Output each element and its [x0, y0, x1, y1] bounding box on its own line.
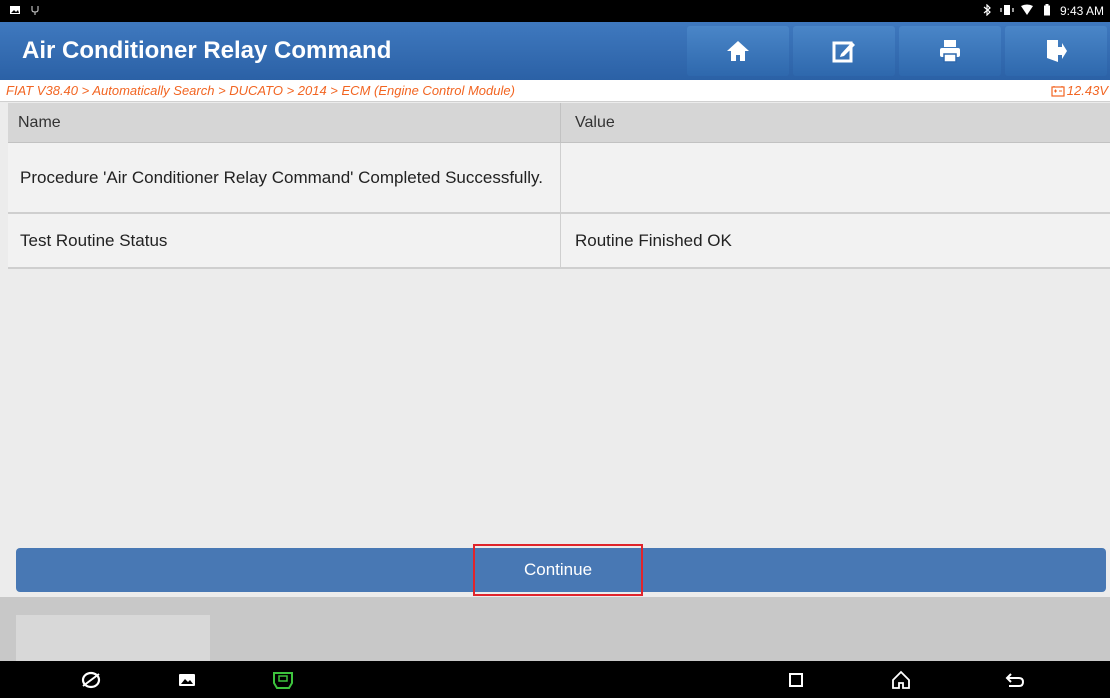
- usb-icon: [28, 4, 42, 18]
- bluetooth-icon: [980, 3, 994, 18]
- vci-icon[interactable]: [270, 667, 296, 693]
- back-icon[interactable]: [1002, 667, 1028, 693]
- row-value: Routine Finished OK: [575, 230, 732, 250]
- bottom-panel-box: [16, 615, 210, 661]
- page-title: Air Conditioner Relay Command: [22, 37, 392, 64]
- edit-report-button[interactable]: [793, 26, 895, 76]
- recents-icon[interactable]: [783, 667, 809, 693]
- home-nav-icon[interactable]: [888, 667, 914, 693]
- row-name: Procedure 'Air Conditioner Relay Command…: [8, 143, 561, 212]
- car-battery-icon: [1051, 85, 1065, 97]
- edit-report-icon: [832, 41, 855, 63]
- continue-button[interactable]: Continue: [473, 544, 643, 596]
- row-value: [561, 143, 1110, 212]
- title-bar: Air Conditioner Relay Command: [0, 22, 1110, 80]
- browser-icon[interactable]: [78, 667, 104, 693]
- column-header-value: Value: [575, 113, 615, 131]
- status-time: 9:43 AM: [1059, 4, 1104, 18]
- exit-icon: [1047, 40, 1067, 62]
- table-header: Name Value: [8, 103, 1110, 143]
- voltage-value: 12.43V: [1066, 83, 1108, 98]
- home-button[interactable]: [687, 26, 789, 76]
- column-header-name: Name: [8, 103, 561, 142]
- app-window: 9:43 AM Air Conditioner Relay Command FI…: [0, 0, 1110, 698]
- gallery-icon[interactable]: [174, 667, 200, 693]
- print-icon: [940, 40, 960, 63]
- continue-label: Continue: [523, 560, 593, 579]
- image-notification-icon: [8, 4, 22, 18]
- battery-voltage: 12.43V: [1051, 83, 1110, 98]
- breadcrumb-path: FIAT V38.40 > Automatically Search > DUC…: [6, 83, 515, 98]
- status-bar: 9:43 AM: [0, 0, 1110, 22]
- navigation-bar: [0, 661, 1110, 698]
- exit-button[interactable]: [1005, 26, 1107, 76]
- home-icon: [727, 41, 749, 61]
- wifi-icon: [1020, 4, 1034, 18]
- breadcrumb: FIAT V38.40 > Automatically Search > DUC…: [0, 80, 1110, 102]
- print-button[interactable]: [899, 26, 1001, 76]
- table-row[interactable]: Test Routine Status Routine Finished OK: [8, 214, 1110, 269]
- battery-icon: [1040, 4, 1054, 18]
- row-name: Test Routine Status: [8, 214, 561, 267]
- table-row[interactable]: Procedure 'Air Conditioner Relay Command…: [8, 143, 1110, 214]
- data-table: Name Value Procedure 'Air Conditioner Re…: [8, 103, 1110, 269]
- vibrate-icon: [1000, 4, 1014, 18]
